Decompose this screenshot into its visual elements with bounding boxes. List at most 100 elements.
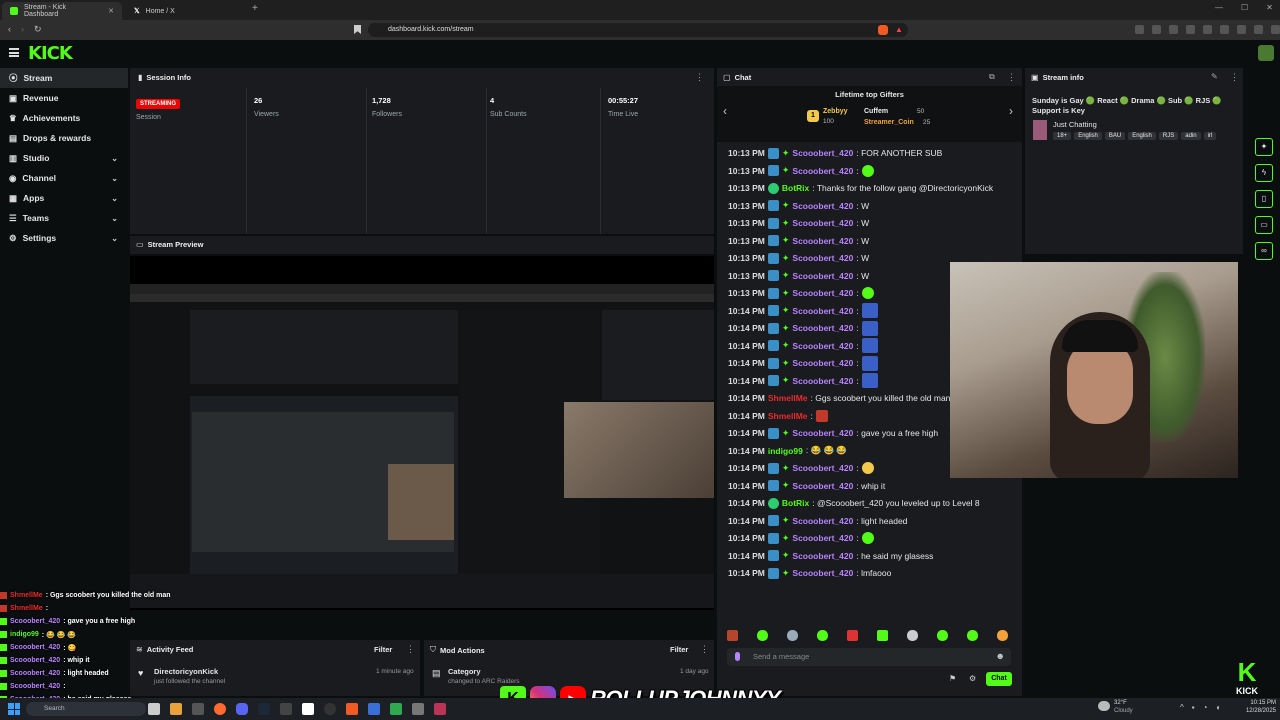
warning-icon[interactable]: ▲: [895, 25, 903, 34]
emoji-icon[interactable]: ☻: [996, 651, 1005, 661]
chat-username[interactable]: Scooobert_420: [792, 323, 853, 333]
chat-username[interactable]: Scooobert_420: [792, 358, 853, 368]
filter-button[interactable]: Filter: [670, 645, 688, 654]
chevron-right-icon[interactable]: ›: [1009, 104, 1013, 118]
chat-username[interactable]: Scooobert_420: [792, 166, 853, 176]
forward-icon[interactable]: ›: [21, 24, 24, 35]
chat-username[interactable]: Scooobert_420: [792, 341, 853, 351]
extension-icon[interactable]: [1254, 25, 1263, 34]
app-icon[interactable]: [434, 703, 446, 715]
app-icon[interactable]: [368, 703, 380, 715]
chat-username[interactable]: BotRix: [782, 183, 809, 193]
sidebar-item-settings[interactable]: ⚙ Settings ⌄: [0, 228, 128, 248]
settings-icon[interactable]: [192, 703, 204, 715]
sidebar-item-revenue[interactable]: ▣ Revenue: [0, 88, 128, 108]
emote-icon[interactable]: [937, 630, 948, 641]
lightning-icon[interactable]: ϟ: [1255, 164, 1273, 182]
sidebar-item-achievements[interactable]: ♛ Achievements: [0, 108, 128, 128]
chat-username[interactable]: Scooobert_420: [792, 236, 853, 246]
chevron-left-icon[interactable]: ‹: [723, 104, 727, 118]
extension-icon[interactable]: [1271, 25, 1280, 34]
emote-icon[interactable]: [757, 630, 768, 641]
chat-username[interactable]: Scooobert_420: [792, 376, 853, 386]
edit-icon[interactable]: ✎: [1211, 72, 1218, 81]
extension-icon[interactable]: [1135, 25, 1144, 34]
emote-icon[interactable]: [997, 630, 1008, 641]
more-icon[interactable]: ⋮: [1007, 72, 1016, 83]
close-icon[interactable]: ✕: [108, 7, 114, 15]
wifi-icon[interactable]: ◔: [1203, 703, 1208, 712]
filter-button[interactable]: Filter: [374, 645, 392, 654]
chat-username[interactable]: Scooobert_420: [792, 463, 853, 473]
mod-tools-icon[interactable]: ✦: [1255, 138, 1273, 156]
activity-user[interactable]: DirectoricyonKick: [154, 667, 218, 676]
app-icon[interactable]: [390, 703, 402, 715]
chat-username[interactable]: Scooobert_420: [792, 253, 853, 263]
chat-username[interactable]: Scooobert_420: [792, 288, 853, 298]
app-icon[interactable]: [280, 703, 292, 715]
chevron-up-icon[interactable]: ^: [1180, 703, 1184, 712]
chat-username[interactable]: Scooobert_420: [792, 481, 853, 491]
more-icon[interactable]: ⋮: [406, 644, 415, 655]
chat-username[interactable]: indigo99: [768, 446, 803, 456]
file-explorer-icon[interactable]: [148, 703, 160, 715]
minimize-icon[interactable]: —: [1215, 3, 1223, 12]
popout-icon[interactable]: ⧉: [989, 72, 995, 82]
emote-icon[interactable]: [787, 630, 798, 641]
extension-icon[interactable]: [1152, 25, 1161, 34]
emote-icon[interactable]: [907, 630, 918, 641]
tag[interactable]: RJS: [1158, 132, 1179, 140]
chat-username[interactable]: Scooobert_420: [792, 568, 853, 578]
url-input[interactable]: dashboard.kick.com/stream: [368, 23, 908, 37]
sidebar-item-channel[interactable]: ◉ Channel ⌄: [0, 168, 128, 188]
tag[interactable]: adin: [1181, 132, 1201, 140]
bookmark-icon[interactable]: [354, 25, 361, 34]
chat-username[interactable]: Scooobert_420: [792, 271, 853, 281]
sidebar-item-studio[interactable]: ▥ Studio ⌄: [0, 148, 128, 168]
send-chat-button[interactable]: Chat: [986, 672, 1012, 686]
sidebar-item-stream[interactable]: ⦿ Stream: [0, 68, 128, 88]
app-icon[interactable]: [302, 703, 314, 715]
extension-icon[interactable]: [1186, 25, 1195, 34]
folder-icon[interactable]: [170, 703, 182, 715]
emote-icon[interactable]: [877, 630, 888, 641]
chat-username[interactable]: Scooobert_420: [792, 148, 853, 158]
tag[interactable]: English: [1128, 132, 1156, 140]
new-tab-icon[interactable]: +: [252, 3, 258, 14]
browser-tab-x[interactable]: 𝕏 Home / X: [126, 2, 246, 20]
chat-username[interactable]: Scooobert_420: [792, 516, 853, 526]
tray-icon[interactable]: ▪: [1192, 703, 1195, 712]
link-icon[interactable]: ∞: [1255, 242, 1273, 260]
app-icon[interactable]: [412, 703, 424, 715]
reload-icon[interactable]: ↻: [34, 24, 42, 35]
firefox-icon[interactable]: [214, 703, 226, 715]
stream-preview-video[interactable]: [130, 256, 714, 610]
tag[interactable]: English: [1074, 132, 1102, 140]
chat-username[interactable]: Scooobert_420: [792, 218, 853, 228]
chat-username[interactable]: ShmellMe: [768, 393, 808, 403]
clipboard-icon[interactable]: ▯: [1255, 190, 1273, 208]
hamburger-menu-icon[interactable]: [9, 48, 19, 57]
steam-icon[interactable]: [258, 703, 270, 715]
weather-icon[interactable]: [1098, 701, 1110, 711]
back-icon[interactable]: ‹: [8, 24, 11, 35]
pin-icon[interactable]: ⚑: [949, 674, 956, 683]
chat-username[interactable]: Scooobert_420: [792, 551, 853, 561]
extension-icon[interactable]: [1237, 25, 1246, 34]
chat-username[interactable]: Scooobert_420: [792, 306, 853, 316]
emote-icon[interactable]: [967, 630, 978, 641]
browser-tab-kick[interactable]: Stream - Kick Dashboard ✕: [2, 2, 122, 20]
obs-icon[interactable]: [324, 703, 336, 715]
taskbar-search[interactable]: Search: [26, 702, 146, 716]
emote-icon[interactable]: [847, 630, 858, 641]
chat-username[interactable]: Scooobert_420: [792, 428, 853, 438]
brave-icon[interactable]: [346, 703, 358, 715]
chat-username[interactable]: BotRix: [782, 498, 809, 508]
extension-icon[interactable]: [1203, 25, 1212, 34]
more-icon[interactable]: ⋮: [700, 644, 709, 655]
avatar[interactable]: [1258, 45, 1274, 61]
gear-icon[interactable]: ⚙: [969, 674, 976, 683]
sidebar-item-teams[interactable]: ☰ Teams ⌄: [0, 208, 128, 228]
more-icon[interactable]: ⋮: [1230, 72, 1239, 83]
more-icon[interactable]: ⋮: [695, 72, 704, 83]
